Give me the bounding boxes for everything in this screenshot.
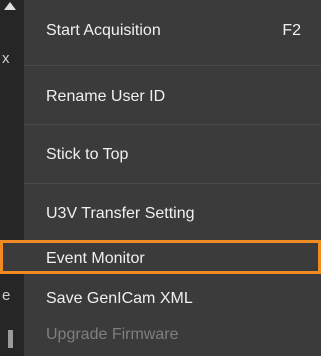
menu-item-start-acquisition[interactable]: Start Acquisition F2: [24, 22, 321, 50]
menu-item-upgrade-firmware: Upgrade Firmware: [24, 326, 321, 354]
menu-item-rename-user-id[interactable]: Rename User ID: [24, 88, 321, 116]
menu-item-label: Stick to Top: [46, 146, 129, 163]
up-arrow-icon: [4, 2, 16, 10]
menu-item-label: U3V Transfer Setting: [46, 205, 195, 222]
background-window-strip: x e: [0, 0, 24, 356]
menu-item-shortcut: F2: [282, 22, 301, 39]
menu-item-event-monitor[interactable]: Event Monitor: [0, 240, 321, 274]
context-menu: Start Acquisition F2 Rename User ID Stic…: [0, 0, 321, 356]
background-text-fragment: e: [2, 287, 11, 304]
menu-item-save-genicam-xml[interactable]: Save GenICam XML: [24, 290, 321, 318]
menu-item-label: Event Monitor: [46, 250, 145, 267]
menu-separator: [24, 124, 321, 125]
menu-item-label: Save GenICam XML: [46, 290, 193, 307]
menu-item-label: Rename User ID: [46, 88, 166, 105]
menu-item-u3v-transfer-setting[interactable]: U3V Transfer Setting: [24, 205, 321, 233]
background-bar: [8, 330, 13, 348]
menu-item-stick-to-top[interactable]: Stick to Top: [24, 146, 321, 174]
menu-item-label: Start Acquisition: [46, 22, 161, 39]
menu-separator: [24, 183, 321, 184]
menu-item-label: Upgrade Firmware: [46, 326, 179, 343]
menu-separator: [24, 65, 321, 66]
background-text-fragment: x: [2, 50, 10, 67]
